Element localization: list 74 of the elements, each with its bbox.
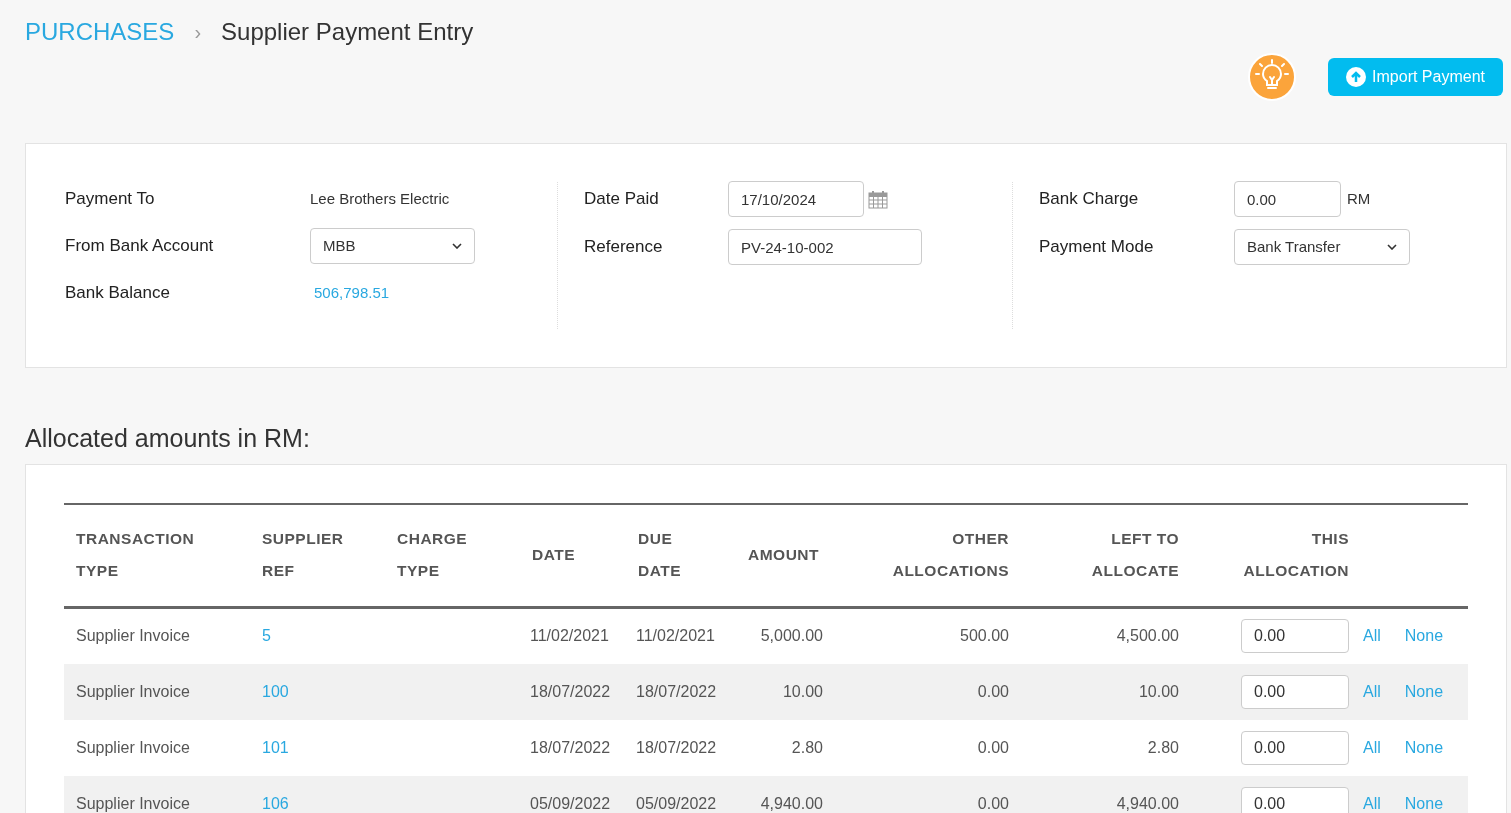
table-cell: Supplier Invoice xyxy=(76,738,190,756)
table-cell: 0.00 xyxy=(977,794,1009,812)
dropdown-caret-icon xyxy=(1387,244,1397,250)
all-link[interactable]: All xyxy=(1363,624,1381,649)
supplier-ref-link[interactable]: 101 xyxy=(262,738,289,756)
all-link[interactable]: All xyxy=(1363,791,1381,813)
table-cell: 5,000.00 xyxy=(760,627,823,645)
allocation-input[interactable]: 0.00 xyxy=(1241,730,1349,765)
field-label: Bank Balance xyxy=(65,282,171,305)
table-cell: 4,940.00 xyxy=(1116,794,1179,812)
page-title: Supplier Payment Entry xyxy=(221,17,474,47)
table-cell: 05/09/2022 xyxy=(530,794,611,812)
field-value: Lee Brothers Electric xyxy=(310,188,450,209)
table-cell: 0.00 xyxy=(977,738,1009,756)
bank-balance-link[interactable]: 506,798.51 xyxy=(310,281,390,305)
supplier-ref-link[interactable]: 100 xyxy=(262,682,289,700)
table-cell: Supplier Invoice xyxy=(76,627,190,645)
field-label: From Bank Account xyxy=(65,235,215,258)
calendar-icon[interactable] xyxy=(868,189,888,209)
table-cell: Supplier Invoice xyxy=(76,794,190,812)
table-cell: 05/09/2022 xyxy=(636,794,717,812)
table-cell: 18/07/2022 xyxy=(636,738,717,756)
lightbulb-icon[interactable] xyxy=(1248,53,1297,101)
table-cell: 10.00 xyxy=(782,682,823,700)
column-header: DATE xyxy=(532,545,576,566)
none-link[interactable]: None xyxy=(1404,791,1444,813)
allocation-input[interactable]: 0.00 xyxy=(1241,674,1349,709)
upload-icon xyxy=(1346,67,1367,87)
dropdown-caret-icon xyxy=(452,243,462,249)
table-cell: 18/07/2022 xyxy=(530,738,611,756)
breadcrumb-separator: › xyxy=(194,20,202,45)
table-cell: 0.00 xyxy=(977,682,1009,700)
table-cell: 10.00 xyxy=(1138,682,1179,700)
input-field[interactable]: PV-24-10-002 xyxy=(728,229,922,265)
table-cell: 2.80 xyxy=(791,738,823,756)
none-link[interactable]: None xyxy=(1404,735,1444,760)
breadcrumb-link[interactable]: PURCHASES xyxy=(25,14,175,50)
table-cell: 4,500.00 xyxy=(1116,627,1179,645)
unit-label: RM xyxy=(1347,188,1371,209)
column-header: CHARGE TYPE xyxy=(397,529,469,582)
import-payment-button[interactable]: Import Payment xyxy=(1328,58,1503,96)
input-field[interactable]: 0.00 xyxy=(1234,181,1341,217)
table-cell: 11/02/2021 xyxy=(636,627,715,645)
supplier-ref-link[interactable]: 5 xyxy=(262,627,271,645)
table-cell: 500.00 xyxy=(960,627,1009,645)
field-label: Payment Mode xyxy=(1039,236,1155,259)
none-link[interactable]: None xyxy=(1404,679,1444,704)
dropdown[interactable]: Bank Transfer xyxy=(1234,229,1410,265)
table-cell: 11/02/2021 xyxy=(530,627,609,645)
table-cell: 4,940.00 xyxy=(760,794,823,812)
table-cell: 2.80 xyxy=(1147,738,1179,756)
table-cell: 18/07/2022 xyxy=(530,682,611,700)
all-link[interactable]: All xyxy=(1363,735,1381,760)
field-label: Payment To xyxy=(65,188,156,211)
allocation-input[interactable]: 0.00 xyxy=(1241,786,1349,813)
field-label: Date Paid xyxy=(584,188,660,211)
table-cell: Supplier Invoice xyxy=(76,682,190,700)
column-header: SUPPLIER REF xyxy=(262,529,345,582)
section-title: Allocated amounts in RM: xyxy=(25,423,311,454)
table-cell: 18/07/2022 xyxy=(636,682,717,700)
dropdown[interactable]: MBB xyxy=(310,228,475,264)
column-header: OTHER ALLOCATIONS xyxy=(891,529,1009,582)
allocation-input[interactable]: 0.00 xyxy=(1241,619,1349,654)
field-label: Reference xyxy=(584,236,664,259)
all-link[interactable]: All xyxy=(1363,679,1381,704)
column-header: THIS ALLOCATION xyxy=(1242,529,1349,582)
column-header: TRANSACTION TYPE xyxy=(76,529,196,582)
input-field[interactable]: 17/10/2024 xyxy=(728,181,864,217)
supplier-ref-link[interactable]: 106 xyxy=(262,794,289,812)
column-header: LEFT TO ALLOCATE xyxy=(1090,529,1179,582)
field-label: Bank Charge xyxy=(1039,188,1140,211)
none-link[interactable]: None xyxy=(1404,624,1444,649)
column-header: DUE DATE xyxy=(638,529,683,582)
column-header: AMOUNT xyxy=(748,545,820,566)
